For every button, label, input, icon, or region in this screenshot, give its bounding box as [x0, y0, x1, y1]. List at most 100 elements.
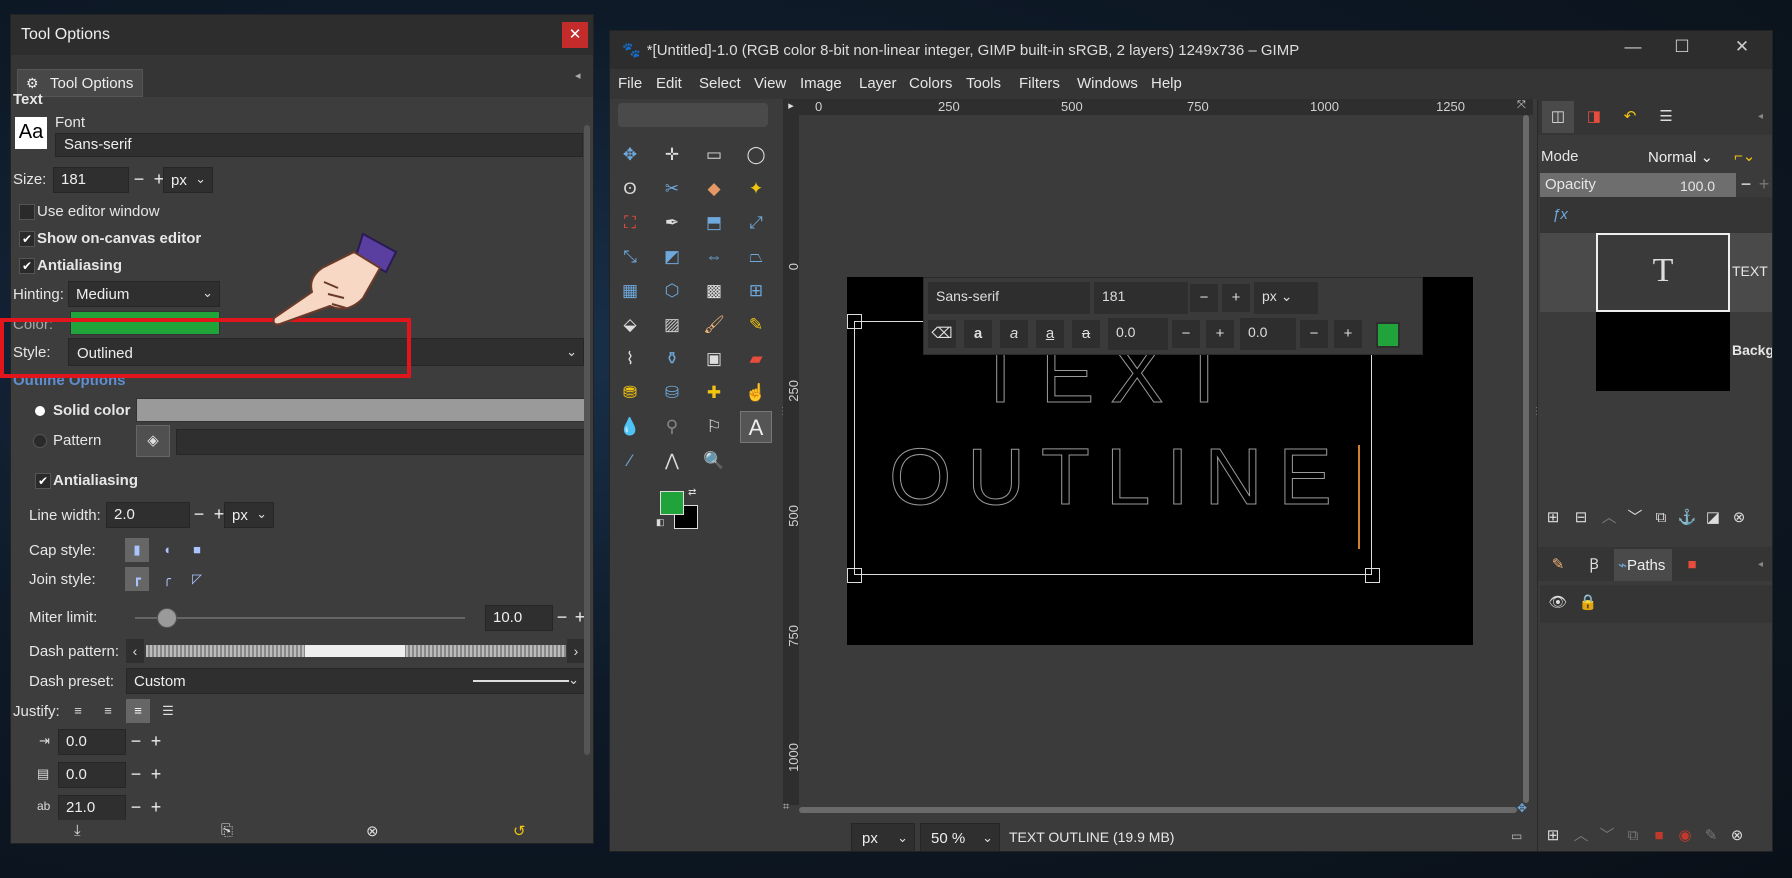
status-menu-icon[interactable]: ▭ [1511, 829, 1527, 845]
dock-menu-icon[interactable]: ◂ [575, 69, 589, 83]
text-tool-icon[interactable]: A [740, 411, 772, 443]
menu-tools[interactable]: Tools [966, 75, 1001, 92]
channels-tab-icon[interactable]: ◨ [1578, 101, 1610, 133]
new-layer-icon[interactable]: ⊞ [1540, 505, 1566, 531]
cap-square-icon[interactable]: ■ [185, 538, 209, 562]
menu-image[interactable]: Image [800, 75, 842, 92]
outline-antialiasing-checkbox[interactable]: ✔ [35, 473, 51, 489]
airbrush-icon[interactable]: ⌇ [614, 343, 646, 375]
duplicate-layer-icon[interactable]: ⧉ [1648, 505, 1674, 531]
delete-path-icon[interactable]: ⊗ [1724, 823, 1750, 849]
save-options-icon[interactable]: ⤓ [74, 822, 94, 842]
zoom-select[interactable]: 50 % ⌄ [920, 823, 1000, 851]
line-spacing-decrement-button[interactable]: − [126, 763, 146, 787]
lock-icon[interactable]: 🔒 [1572, 587, 1604, 619]
document-history-tab-icon[interactable]: ■ [1676, 549, 1708, 581]
handle-transform-icon[interactable]: ⊞ [740, 275, 772, 307]
unified-transform-icon[interactable]: ⬒ [698, 207, 730, 239]
close-icon[interactable]: ✕ [1722, 37, 1762, 63]
solid-color-radio[interactable] [35, 406, 45, 416]
justify-center-icon[interactable]: ≡ [126, 699, 150, 723]
right-panel-separator-handle[interactable]: ⋮ [1532, 406, 1542, 420]
layer-row[interactable]: Background [1540, 312, 1772, 391]
toolbar-color-swatch[interactable] [1376, 322, 1400, 348]
justify-left-icon[interactable]: ≡ [66, 699, 90, 723]
lower-layer-icon[interactable]: ﹀ [1622, 505, 1648, 531]
hinting-select[interactable]: Medium ⌄ [68, 281, 220, 307]
miter-limit-input[interactable]: 10.0 [485, 605, 553, 631]
scale-tool-icon[interactable]: ⤡ [614, 241, 646, 273]
miter-slider-handle[interactable] [157, 608, 177, 628]
join-miter-icon[interactable]: ┏ [125, 567, 149, 591]
bold-icon[interactable]: a [964, 320, 992, 348]
dock-menu-icon[interactable]: ◂ [1758, 111, 1770, 123]
kerning-field[interactable]: 0.0 [1240, 318, 1296, 350]
letter-spacing-decrement-button[interactable]: − [126, 796, 146, 820]
navigate-icon[interactable]: ✥ [1517, 801, 1533, 817]
font-preview-button[interactable]: Aa [15, 117, 47, 149]
align-tool-icon[interactable]: ✛ [656, 139, 688, 171]
panel-separator-handle[interactable]: ⋮ [778, 406, 788, 420]
heal-tool-icon[interactable]: ⛁ [656, 377, 688, 409]
minimize-icon[interactable]: — [1613, 37, 1653, 63]
eraser-icon[interactable]: ▰ [740, 343, 772, 375]
join-round-icon[interactable]: ╭ [155, 567, 179, 591]
layer-row[interactable]: T TEXT OUTLINE [1540, 233, 1772, 312]
new-layer-group-icon[interactable]: ⊟ [1568, 505, 1594, 531]
path-to-selection-icon[interactable]: ■ [1646, 823, 1672, 849]
tool-options-scrollbar[interactable] [584, 125, 590, 755]
tab-paths[interactable]: ⌁Paths [1614, 549, 1672, 581]
zoom-tool-icon[interactable]: 🔍 [698, 445, 730, 477]
menu-view[interactable]: View [754, 75, 786, 92]
toolbar-unit-select[interactable]: px ⌄ [1254, 282, 1318, 314]
dash-preset-select[interactable]: Custom ⌄ [126, 668, 586, 694]
layers-tab-icon[interactable]: ◫ [1542, 101, 1574, 133]
pattern-preview-icon[interactable]: ◈ [136, 425, 170, 457]
line-width-unit-select[interactable]: px ⌄ [224, 502, 274, 528]
indent-decrement-button[interactable]: − [126, 730, 146, 754]
vertical-scrollbar[interactable] [1523, 115, 1529, 803]
toolbar-size-increment[interactable]: + [1222, 284, 1250, 312]
dock-menu-icon[interactable]: ◂ [1758, 559, 1770, 571]
font-input[interactable]: Sans-serif [55, 133, 583, 157]
line-width-input[interactable]: 2.0 [106, 502, 190, 528]
paint-dynamics-tab-icon[interactable]: ✎ [1542, 549, 1574, 581]
letter-spacing-increment-button[interactable]: + [146, 796, 166, 820]
lower-path-icon[interactable]: ﹀ [1594, 823, 1620, 849]
reset-options-icon[interactable]: ↺ [513, 822, 533, 842]
pattern-field[interactable] [176, 429, 586, 455]
menu-filters[interactable]: Filters [1019, 75, 1060, 92]
new-path-icon[interactable]: ⊞ [1540, 823, 1566, 849]
menu-colors[interactable]: Colors [909, 75, 952, 92]
opacity-increment-button[interactable]: + [1754, 173, 1772, 197]
mypaint-brush-icon[interactable]: ▣ [698, 343, 730, 375]
close-icon[interactable]: ✕ [562, 22, 588, 48]
join-bevel-icon[interactable]: ◸ [185, 567, 209, 591]
pencil-icon[interactable]: ✎ [740, 309, 772, 341]
indent-input[interactable]: 0.0 [58, 729, 126, 755]
dash-right-arrow-icon[interactable]: › [567, 639, 585, 663]
crop-tool-icon[interactable]: ⛶ [614, 207, 646, 239]
cap-butt-icon[interactable]: ▮ [125, 538, 149, 562]
toolbar-size-field[interactable]: 181 [1094, 282, 1188, 314]
menu-help[interactable]: Help [1151, 75, 1182, 92]
dodge-tool-icon[interactable]: ⚲ [656, 411, 688, 443]
flip-tool-icon[interactable]: ⇔ [698, 241, 730, 273]
miter-slider-track[interactable] [135, 617, 465, 619]
baseline-field[interactable]: 0.0 [1108, 318, 1168, 350]
paintbrush-icon[interactable]: 🖌 [698, 309, 730, 341]
undo-history-tab-icon[interactable]: ↶ [1614, 101, 1646, 133]
selection-to-path-icon[interactable]: ◉ [1672, 823, 1698, 849]
eye-icon[interactable]: 👁 [1542, 587, 1574, 619]
delete-options-icon[interactable]: ⊗ [366, 822, 386, 842]
pointer-toggle-icon[interactable]: ⌗ [783, 801, 799, 817]
size-input[interactable]: 181 [53, 167, 129, 193]
raise-layer-icon[interactable]: ︿ [1596, 505, 1622, 531]
smudge-tool-icon[interactable]: ☝ [740, 377, 772, 409]
perspective-tool-icon[interactable]: ⏢ [740, 241, 772, 273]
ellipse-select-icon[interactable]: ◯ [740, 139, 772, 171]
bucket-fill-icon[interactable]: ⬙ [614, 309, 646, 341]
perspective-clone-icon[interactable]: ✚ [698, 377, 730, 409]
gradient-tool-icon[interactable]: ▨ [656, 309, 688, 341]
kerning-increment[interactable]: + [1334, 320, 1362, 348]
